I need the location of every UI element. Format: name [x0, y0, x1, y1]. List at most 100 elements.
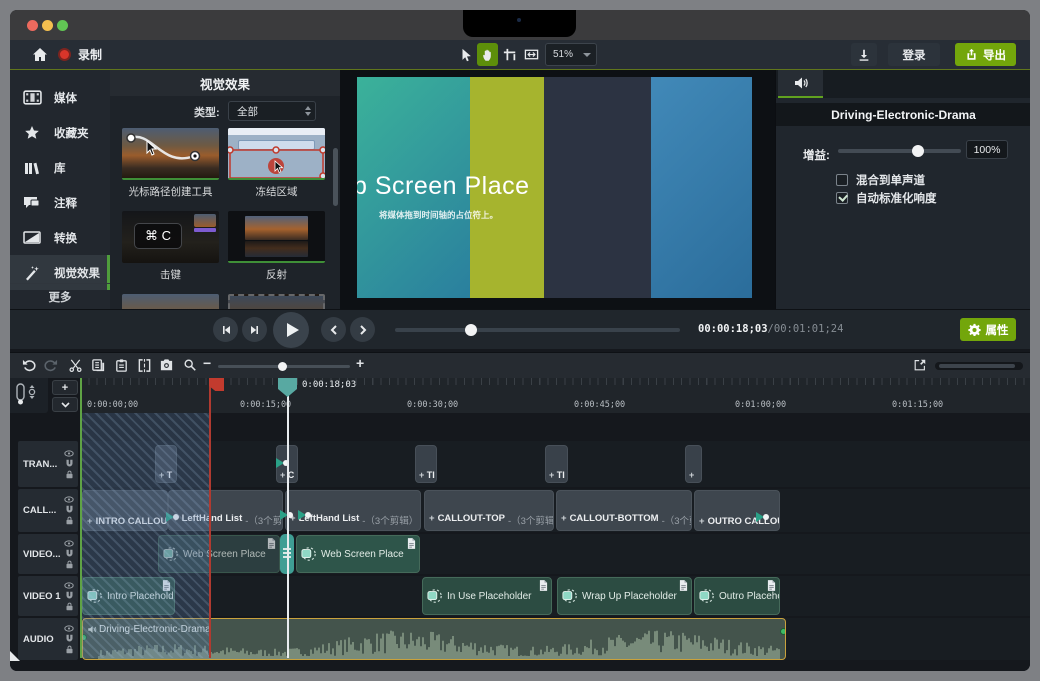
eye-icon[interactable] [64, 450, 74, 457]
timeline-horizontal-scrollbar[interactable] [935, 362, 1023, 370]
zoom-out-button[interactable]: − [203, 355, 211, 371]
lock-icon[interactable] [65, 470, 74, 479]
fit-tool-button[interactable] [521, 43, 542, 66]
step-forward-button[interactable] [242, 317, 267, 342]
audio-gain-point[interactable] [780, 628, 786, 635]
selection-out-marker[interactable] [209, 378, 211, 658]
transition-clip[interactable]: + [685, 445, 702, 483]
effect-keystrokes[interactable]: ⌘ C 击键 [122, 211, 219, 282]
step-back-button[interactable] [213, 317, 238, 342]
track-header-callouts[interactable]: CALL... [18, 489, 78, 532]
magnet-icon[interactable] [65, 634, 74, 643]
canvas-zoom-select[interactable]: 51% [545, 43, 597, 66]
sidebar-item-media[interactable]: 媒体 [10, 80, 110, 115]
transition-clip[interactable]: + TI [415, 445, 437, 483]
copy-button[interactable] [91, 358, 106, 373]
magnet-icon[interactable] [65, 549, 74, 558]
crop-tool-button[interactable] [499, 43, 520, 66]
callout-clip-bottom[interactable]: +CALLOUT-BOTTOM-（3个剪辑） [556, 490, 692, 531]
clip-in-use-placeholder[interactable]: In Use Placeholder [422, 577, 552, 615]
collapse-tracks-button[interactable] [52, 397, 78, 412]
track-video-2[interactable]: Web Screen Place Web Screen Place [80, 534, 1030, 574]
cut-button[interactable] [68, 358, 83, 373]
magnet-icon[interactable] [65, 591, 74, 600]
track-transitions[interactable]: + T + C + TI + TI + [80, 441, 1030, 487]
paste-button[interactable] [114, 358, 129, 373]
sidebar-item-transitions[interactable]: 转换 [10, 220, 110, 255]
zoom-magnifier-icon[interactable] [183, 358, 197, 372]
add-track-button[interactable]: + [52, 380, 78, 395]
close-window-button[interactable] [27, 20, 38, 31]
keyframe-marker-icon[interactable] [294, 509, 312, 521]
track-header-video-2[interactable]: VIDEO... [18, 534, 78, 574]
preview-stage[interactable]: b Screen Place 将媒体拖到时间轴的占位符上。 [357, 77, 752, 298]
checkbox-auto-normalize[interactable]: 自动标准化响度 [836, 190, 937, 206]
export-button[interactable]: 导出 [955, 43, 1016, 66]
clip-wrap-up-placeholder[interactable]: Wrap Up Placeholder [557, 577, 692, 615]
detach-timeline-button[interactable] [913, 358, 927, 372]
gain-slider-knob[interactable] [912, 145, 924, 157]
magnet-icon[interactable] [65, 505, 74, 514]
split-button[interactable] [137, 358, 152, 373]
effect-reflection[interactable]: 反射 [228, 211, 325, 282]
selection-in-marker[interactable] [80, 378, 82, 658]
magnet-icon[interactable] [65, 459, 74, 468]
lock-icon[interactable] [65, 560, 74, 569]
effect-partial[interactable] [122, 294, 219, 309]
type-filter-select[interactable]: 全部 [228, 101, 316, 121]
effects-scrollbar[interactable] [333, 148, 338, 206]
lock-icon[interactable] [65, 602, 74, 611]
track-header-transitions[interactable]: TRAN... [18, 441, 78, 487]
redo-button[interactable] [43, 358, 58, 373]
screenshot-button[interactable] [159, 358, 174, 373]
undo-button[interactable] [22, 358, 37, 373]
checkbox-icon[interactable] [836, 174, 848, 186]
track-video-1[interactable]: Intro Placeholder In Use Placeholder Wra… [80, 576, 1030, 616]
callout-clip-top[interactable]: +CALLOUT-TOP-（3个剪辑） [424, 490, 554, 531]
eye-icon[interactable] [64, 496, 74, 503]
previous-clip-button[interactable] [321, 317, 346, 342]
playback-scrubber[interactable] [395, 328, 680, 332]
timeline-selection-region[interactable] [82, 413, 210, 658]
sidebar-item-favorites[interactable]: 收藏夹 [10, 115, 110, 150]
track-audio[interactable]: Driving-Electronic-Drama [80, 618, 1030, 660]
gain-slider[interactable] [838, 149, 961, 153]
eye-icon[interactable] [64, 582, 74, 589]
download-button[interactable] [851, 43, 877, 66]
lock-icon[interactable] [65, 645, 74, 654]
cursor-tool-button[interactable] [455, 43, 476, 66]
tab-audio-properties[interactable] [778, 70, 823, 98]
next-clip-button[interactable] [350, 317, 375, 342]
home-button[interactable] [28, 43, 52, 66]
timeline-zoom-knob[interactable] [278, 362, 287, 371]
login-button[interactable]: 登录 [888, 43, 940, 66]
minimize-window-button[interactable] [42, 20, 53, 31]
effect-freeze-region[interactable]: 冻结区域 [228, 128, 325, 199]
scrubber-knob[interactable] [465, 324, 477, 336]
track-header-audio[interactable]: AUDIO [18, 618, 78, 660]
transition-clip[interactable]: + TI [545, 445, 568, 483]
clip-outro-placeholder[interactable]: Outro Placeholder [694, 577, 780, 615]
properties-toggle-button[interactable]: 属性 [960, 318, 1016, 341]
timeline-zoom-slider[interactable] [218, 365, 350, 368]
track-header-video-1[interactable]: VIDEO 1 [18, 576, 78, 616]
clip-web-screen-placeholder-right[interactable]: Web Screen Place [296, 535, 420, 573]
play-button[interactable] [273, 312, 309, 348]
maximize-window-button[interactable] [57, 20, 68, 31]
track-callouts[interactable]: +INTRO CALLOUT +LeftHand List-（3个剪辑） +Le… [80, 489, 1030, 532]
checkbox-icon[interactable] [836, 192, 848, 204]
eye-icon[interactable] [64, 625, 74, 632]
lock-icon[interactable] [65, 516, 74, 525]
pan-tool-button[interactable] [477, 43, 498, 66]
sidebar-item-library[interactable]: 库 [10, 150, 110, 185]
checkbox-mix-to-mono[interactable]: 混合到单声道 [836, 172, 925, 188]
zoom-in-button[interactable]: + [356, 355, 364, 371]
sidebar-item-annotations[interactable]: 注释 [10, 185, 110, 220]
eye-icon[interactable] [64, 540, 74, 547]
effect-cursor-path[interactable]: 光标路径创建工具 [122, 128, 219, 199]
record-button[interactable]: 录制 [58, 43, 102, 66]
keyframe-marker-icon[interactable] [752, 511, 770, 523]
sidebar-more-button[interactable]: 更多 [10, 283, 110, 309]
keyframe-marker-icon[interactable] [276, 509, 294, 521]
effect-partial[interactable] [228, 294, 325, 309]
